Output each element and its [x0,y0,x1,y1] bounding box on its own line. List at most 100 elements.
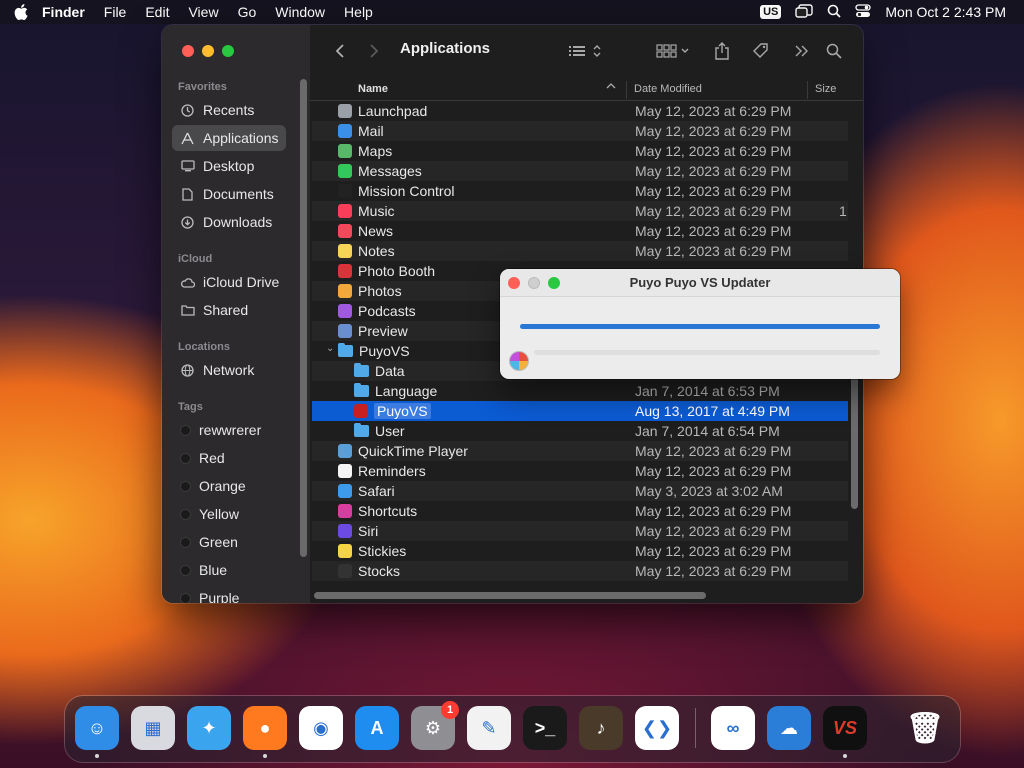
menu-window[interactable]: Window [275,4,325,20]
firefox-icon[interactable]: ● [243,706,287,750]
dock-icon-glyph: 🗑 [905,711,945,745]
table-row[interactable]: PuyoVS Aug 13, 2017 at 4:49 PM [312,401,848,421]
table-row[interactable]: Maps May 12, 2023 at 6:29 PM [312,141,848,161]
sidebar-tag-red[interactable]: Red [172,445,286,471]
menu-edit[interactable]: Edit [145,4,169,20]
table-row[interactable]: Language Jan 7, 2014 at 6:53 PM [312,381,848,401]
view-options-button[interactable] [566,39,606,63]
close-window-button[interactable] [182,45,194,57]
garageband-icon[interactable]: ♪ [579,706,623,750]
app-store-icon[interactable]: A [355,706,399,750]
trash-icon[interactable]: 🗑 [903,706,947,750]
tag-button[interactable] [750,39,772,63]
updater-dialog: Puyo Puyo VS Updater [500,269,900,379]
menu-bar: Finder File Edit View Go Window Help US … [0,0,1024,24]
table-row[interactable]: Stocks May 12, 2023 at 6:29 PM [312,561,848,581]
file-name-label: Notes [358,243,395,259]
table-row[interactable]: QuickTime Player May 12, 2023 at 6:29 PM [312,441,848,461]
file-list-horizontal-scrollbar[interactable] [314,592,706,599]
menu-go[interactable]: Go [238,4,257,20]
table-row[interactable]: Launchpad May 12, 2023 at 6:29 PM [312,101,848,121]
zoom-window-button[interactable] [222,45,234,57]
stage-manager-icon[interactable] [795,3,814,21]
dock-icon-glyph: ⚙ [424,717,442,738]
shared-folder-icon [180,303,195,318]
group-button[interactable] [656,39,692,63]
table-row[interactable]: Siri May 12, 2023 at 6:29 PM [312,521,848,541]
apple-menu-icon[interactable] [10,1,32,23]
menu-view[interactable]: View [188,4,218,20]
app-icon [338,524,352,538]
dock: ☺ ▦ ✦ ● ◉ A ⚙ 1 ✎ >_ ♪ ❮❯ ∞ ☁ VS 🗑 [65,696,960,762]
puyovs-icon[interactable]: VS [823,706,867,750]
sidebar-tag-rewwrerer[interactable]: rewwrerer [172,417,286,443]
table-row[interactable]: Mail May 12, 2023 at 6:29 PM [312,121,848,141]
column-name-header[interactable]: Name [358,83,388,95]
sidebar-tag-yellow[interactable]: Yellow [172,501,286,527]
sidebar-item-icloud-drive[interactable]: iCloud Drive [172,269,286,295]
sidebar-item-downloads[interactable]: Downloads [172,209,286,235]
dock-icon-glyph: A [370,717,384,738]
date-modified-cell: May 12, 2023 at 6:29 PM [635,203,792,219]
back-button[interactable] [330,39,350,63]
table-row[interactable]: Stickies May 12, 2023 at 6:29 PM [312,541,848,561]
search-button[interactable] [824,39,844,63]
sidebar-tag-blue[interactable]: Blue [172,557,286,583]
file-name-label: User [375,423,405,439]
more-toolbar-button[interactable] [792,39,812,63]
table-row[interactable]: Notes May 12, 2023 at 6:29 PM [312,241,848,261]
running-indicator [843,754,847,758]
safari-icon[interactable]: ✦ [187,706,231,750]
menu-help[interactable]: Help [344,4,373,20]
column-date-header[interactable]: Date Modified [634,83,702,95]
running-indicator [263,754,267,758]
column-size-header[interactable]: Size [815,83,836,95]
chrome-icon[interactable]: ◉ [299,706,343,750]
app-icon [338,244,352,258]
table-row[interactable]: User Jan 7, 2014 at 6:54 PM [312,421,848,441]
input-source-indicator[interactable]: US [760,5,782,19]
sidebar-item-desktop[interactable]: Desktop [172,153,286,179]
textedit-icon[interactable]: ✎ [467,706,511,750]
app-icon [338,304,352,318]
weather-icon[interactable]: ☁ [767,706,811,750]
table-row[interactable]: Reminders May 12, 2023 at 6:29 PM [312,461,848,481]
sidebar-tag-orange[interactable]: Orange [172,473,286,499]
vscode-icon[interactable]: ❮❯ [635,706,679,750]
menu-file[interactable]: File [104,4,127,20]
table-row[interactable]: Messages May 12, 2023 at 6:29 PM [312,161,848,181]
file-name-cell: News [338,223,393,239]
terminal-icon[interactable]: >_ [523,706,567,750]
forward-button[interactable] [364,39,384,63]
file-name-cell: Stocks [338,563,400,579]
menu-app-name[interactable]: Finder [42,4,85,20]
app-icon [338,564,352,578]
table-row[interactable]: News May 12, 2023 at 6:29 PM [312,221,848,241]
sidebar-tag-green[interactable]: Green [172,529,286,555]
sidebar-item-network[interactable]: Network [172,357,286,383]
system-settings-icon[interactable]: ⚙ 1 [411,701,459,750]
table-row[interactable]: Shortcuts May 12, 2023 at 6:29 PM [312,501,848,521]
notification-badge: 1 [441,701,459,719]
sidebar-item-recents[interactable]: Recents [172,97,286,123]
table-row[interactable]: Music May 12, 2023 at 6:29 PM 1 [312,201,848,221]
disclosure-triangle-icon[interactable]: ⌄ [326,343,334,354]
launchpad-icon[interactable]: ▦ [131,706,175,750]
sidebar-item-applications[interactable]: Applications [172,125,286,151]
spotlight-search-icon[interactable] [827,4,842,21]
column-separator [807,81,808,99]
sidebar-tag-purple[interactable]: Purple [172,585,286,603]
sidebar-item-shared[interactable]: Shared [172,297,286,323]
share-button[interactable] [712,39,732,63]
visual-studio-icon[interactable]: ∞ [711,706,755,750]
table-row[interactable]: Safari May 3, 2023 at 3:02 AM [312,481,848,501]
menubar-clock[interactable]: Mon Oct 2 2:43 PM [885,4,1006,20]
finder-icon[interactable]: ☺ [75,706,119,750]
table-row[interactable]: Mission Control May 12, 2023 at 6:29 PM [312,181,848,201]
sidebar-scrollbar[interactable] [300,79,307,557]
file-name-label: Reminders [358,463,426,479]
sidebar-item-documents[interactable]: Documents [172,181,286,207]
control-center-icon[interactable] [855,3,872,21]
sidebar-section-favorites: Favorites [178,81,227,93]
minimize-window-button[interactable] [202,45,214,57]
